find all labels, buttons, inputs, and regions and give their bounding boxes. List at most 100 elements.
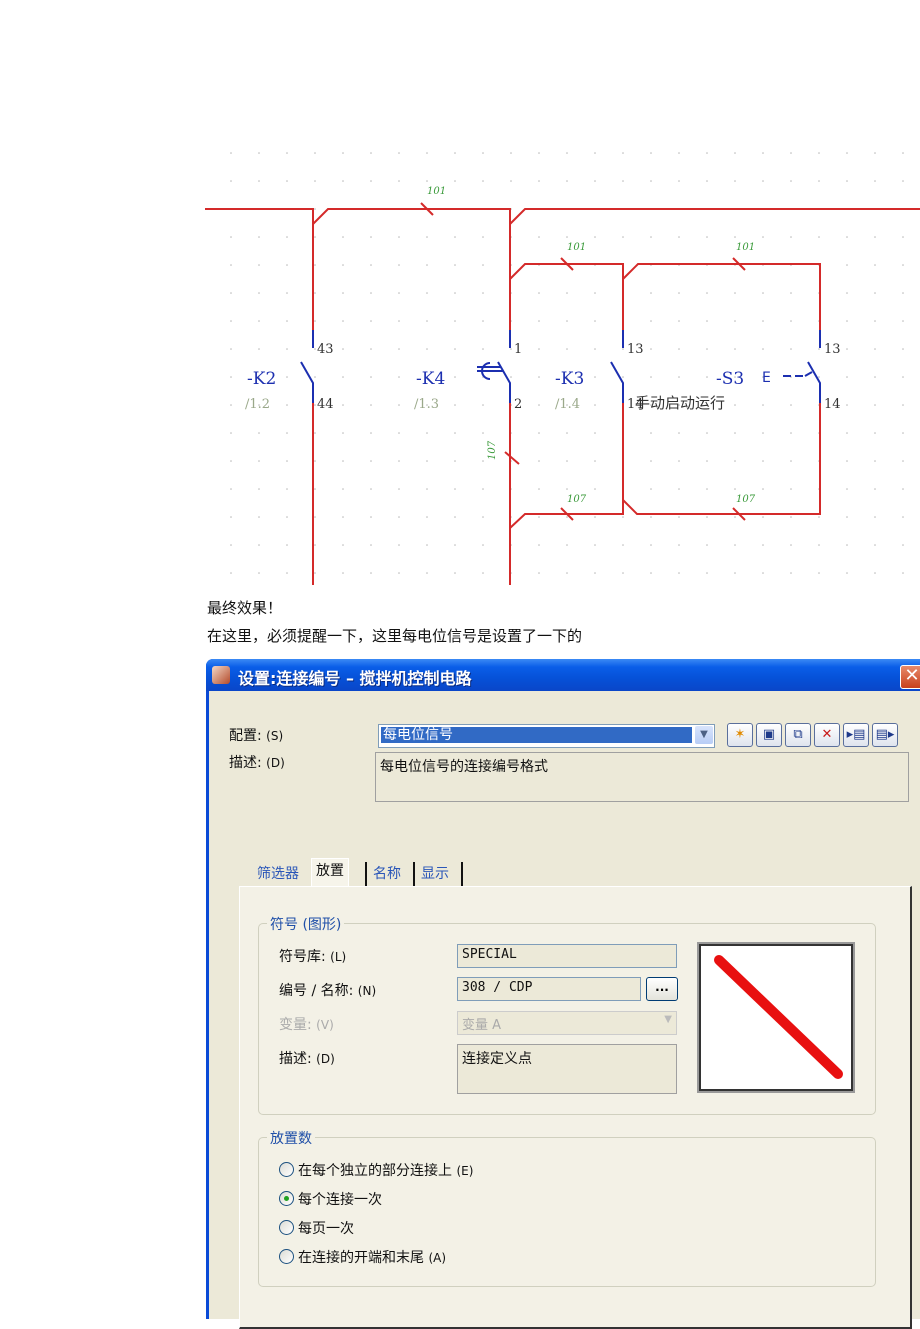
pin-number: 13 bbox=[824, 342, 841, 357]
tab-placement[interactable]: 放置 bbox=[311, 858, 349, 887]
grid-dot bbox=[286, 292, 288, 294]
tab-display[interactable]: 显示 bbox=[417, 862, 453, 886]
close-button[interactable]: ✕ bbox=[900, 665, 920, 689]
grid-dot bbox=[790, 236, 792, 238]
chevron-down-icon[interactable]: ▼ bbox=[695, 726, 713, 744]
desc-label: 描述: (D) bbox=[229, 752, 285, 772]
radio-button[interactable] bbox=[279, 1162, 294, 1177]
s3-actuator-line bbox=[783, 371, 813, 377]
grid-dot bbox=[790, 488, 792, 490]
grid-dot bbox=[622, 348, 624, 350]
grid-dot bbox=[734, 488, 736, 490]
copy-config-button[interactable]: ⧉ bbox=[785, 723, 811, 747]
grid-dot bbox=[314, 460, 316, 462]
grid-dot bbox=[846, 264, 848, 266]
device-tag: -K2 bbox=[247, 369, 276, 389]
grid-dot bbox=[398, 544, 400, 546]
grid-dot bbox=[874, 236, 876, 238]
grid-dot bbox=[454, 180, 456, 182]
tab-name[interactable]: 名称 bbox=[369, 862, 405, 886]
grid-dot bbox=[706, 432, 708, 434]
wire-top bbox=[205, 208, 314, 348]
radio-once-per-page[interactable]: 每页一次 bbox=[279, 1218, 354, 1238]
grid-dot bbox=[566, 348, 568, 350]
radio-start-and-end[interactable]: 在连接的开端和末尾 (A) bbox=[279, 1247, 446, 1267]
grid-dot bbox=[734, 460, 736, 462]
grid-dot bbox=[426, 572, 428, 574]
grid-dot bbox=[510, 152, 512, 154]
radio-each-partial-connection[interactable]: 在每个独立的部分连接上 (E) bbox=[279, 1160, 473, 1180]
grid-dot bbox=[874, 180, 876, 182]
variant-select[interactable]: 变量 A ▼ bbox=[457, 1011, 677, 1035]
symbol-description-field[interactable]: 连接定义点 bbox=[457, 1044, 677, 1094]
grid-dot bbox=[650, 460, 652, 462]
radio-once-per-connection[interactable]: 每个连接一次 bbox=[279, 1189, 382, 1209]
grid-dot bbox=[846, 348, 848, 350]
grid-dot bbox=[482, 432, 484, 434]
grid-dot bbox=[622, 180, 624, 182]
grid-dot bbox=[538, 516, 540, 518]
tab-divider bbox=[411, 862, 415, 886]
radio-button-selected[interactable] bbox=[279, 1191, 294, 1206]
grid-dot bbox=[426, 180, 428, 182]
delete-config-button[interactable]: ✕ bbox=[814, 723, 840, 747]
grid-dot bbox=[510, 180, 512, 182]
grid-dot bbox=[594, 488, 596, 490]
radio-label: 每页一次 bbox=[298, 1221, 354, 1237]
save-config-button[interactable]: ▣ bbox=[756, 723, 782, 747]
grid-dot bbox=[734, 320, 736, 322]
grid-dot bbox=[678, 180, 680, 182]
grid-dot bbox=[762, 432, 764, 434]
grid-dot bbox=[790, 152, 792, 154]
config-select[interactable]: 每电位信号 ▼ bbox=[378, 724, 715, 748]
grid-dot bbox=[818, 236, 820, 238]
grid-dot bbox=[706, 460, 708, 462]
radio-button[interactable] bbox=[279, 1220, 294, 1235]
config-label-text: 配置: bbox=[229, 728, 262, 744]
tab-divider bbox=[363, 862, 367, 886]
grid-dot bbox=[566, 152, 568, 154]
symbol-number-field[interactable]: 308 / CDP bbox=[457, 977, 641, 1001]
grid-dot bbox=[342, 320, 344, 322]
grid-dot bbox=[370, 376, 372, 378]
grid-dot bbox=[482, 348, 484, 350]
grid-dot bbox=[342, 432, 344, 434]
grid-dot bbox=[482, 544, 484, 546]
grid-dot bbox=[454, 320, 456, 322]
title-bar[interactable]: 设置:连接编号 – 搅拌机控制电路 ✕ bbox=[206, 659, 920, 691]
grid-dot bbox=[342, 488, 344, 490]
grid-dot bbox=[650, 152, 652, 154]
grid-dot bbox=[678, 152, 680, 154]
grid-dot bbox=[370, 516, 372, 518]
grid-dot bbox=[734, 404, 736, 406]
grid-dot bbox=[902, 404, 904, 406]
import-config-button[interactable]: ▸▤ bbox=[843, 723, 869, 747]
grid-dot bbox=[902, 376, 904, 378]
grid-dot bbox=[258, 488, 260, 490]
tab-filter[interactable]: 筛选器 bbox=[253, 862, 303, 886]
grid-dot bbox=[258, 236, 260, 238]
grid-dot bbox=[706, 348, 708, 350]
export-config-button[interactable]: ▤▸ bbox=[872, 723, 898, 747]
grid-dot bbox=[566, 320, 568, 322]
browse-symbol-button[interactable]: ... bbox=[646, 977, 678, 1001]
grid-dot bbox=[230, 348, 232, 350]
radio-button[interactable] bbox=[279, 1249, 294, 1264]
grid-dot bbox=[314, 208, 316, 210]
description-textarea[interactable]: 每电位信号的连接编号格式 bbox=[375, 752, 909, 802]
grid-dot bbox=[790, 516, 792, 518]
grid-dot bbox=[622, 376, 624, 378]
symbol-number-label-text: 编号 / 名称: bbox=[279, 983, 354, 999]
desc-label-text: 描述: bbox=[229, 755, 262, 771]
grid-dot bbox=[538, 348, 540, 350]
symbol-library-field[interactable]: SPECIAL bbox=[457, 944, 677, 968]
contact-k2 bbox=[300, 330, 314, 403]
grid-dot bbox=[566, 236, 568, 238]
grid-dot bbox=[426, 320, 428, 322]
new-config-button[interactable]: ✶ bbox=[727, 723, 753, 747]
radio-label: 每个连接一次 bbox=[298, 1192, 382, 1208]
grid-dot bbox=[482, 152, 484, 154]
grid-dot bbox=[482, 180, 484, 182]
grid-dot bbox=[594, 516, 596, 518]
grid-dot bbox=[762, 152, 764, 154]
